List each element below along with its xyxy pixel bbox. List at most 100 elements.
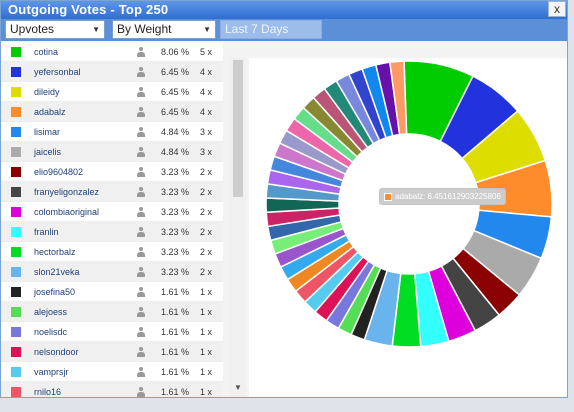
scrollbar-thumb[interactable] bbox=[233, 60, 243, 197]
close-button[interactable]: x bbox=[548, 1, 566, 17]
voter-name[interactable]: slon21veka bbox=[34, 262, 80, 282]
vote-type-select[interactable]: Upvotes ▼ bbox=[5, 20, 105, 39]
voter-name[interactable]: franlin bbox=[34, 222, 59, 242]
vote-percent: 6.45 % bbox=[161, 67, 190, 77]
list-item[interactable]: rnilo16 1.61 % 1 x bbox=[1, 382, 223, 397]
list-item[interactable]: elio9604802 3.23 % 2 x bbox=[1, 162, 223, 182]
user-icon[interactable] bbox=[136, 227, 146, 237]
vote-count: 4 x bbox=[200, 67, 213, 77]
voters-list: cotina 8.06 % 5 x yefersonbal 6.45 % 4 x dilei… bbox=[1, 42, 223, 397]
vote-percent: 1.61 % bbox=[161, 347, 190, 357]
voter-name[interactable]: alejoess bbox=[34, 302, 67, 322]
voter-name[interactable]: jaicelis bbox=[34, 142, 61, 162]
list-item[interactable]: lisimar 4.84 % 3 x bbox=[1, 122, 223, 142]
vote-percent: 1.61 % bbox=[161, 367, 190, 377]
voter-name[interactable]: cotina bbox=[34, 42, 58, 62]
color-swatch bbox=[11, 287, 21, 297]
scroll-down-arrow-icon[interactable]: ▼ bbox=[230, 381, 246, 395]
vote-percent: 3.23 % bbox=[161, 167, 190, 177]
list-item[interactable]: alejoess 1.61 % 1 x bbox=[1, 302, 223, 322]
voter-name[interactable]: elio9604802 bbox=[34, 162, 83, 182]
outgoing-votes-window: Outgoing Votes - Top 250 x Upvotes ▼ By … bbox=[0, 0, 568, 398]
donut-svg bbox=[265, 60, 553, 348]
color-swatch bbox=[11, 107, 21, 117]
tooltip-swatch bbox=[384, 193, 392, 201]
user-icon[interactable] bbox=[136, 387, 146, 397]
list-item[interactable]: yefersonbal 6.45 % 4 x bbox=[1, 62, 223, 82]
vote-count: 1 x bbox=[200, 387, 213, 397]
list-scrollbar[interactable]: ▲ ▼ bbox=[230, 58, 246, 397]
list-item[interactable]: franyeligonzalez 3.23 % 2 x bbox=[1, 182, 223, 202]
color-swatch bbox=[11, 227, 21, 237]
list-item[interactable]: hectorbalz 3.23 % 2 x bbox=[1, 242, 223, 262]
color-swatch bbox=[11, 367, 21, 377]
voter-name[interactable]: lisimar bbox=[34, 122, 60, 142]
vote-type-value: Upvotes bbox=[10, 22, 55, 36]
list-item[interactable]: dileidy 6.45 % 4 x bbox=[1, 82, 223, 102]
votes-donut-chart: adabalz: 6.451612903225806 bbox=[249, 58, 567, 397]
vote-percent: 8.06 % bbox=[161, 47, 190, 57]
voter-name[interactable]: nelsondoor bbox=[34, 342, 79, 362]
list-item[interactable]: vamprsjr 1.61 % 1 x bbox=[1, 362, 223, 382]
user-icon[interactable] bbox=[136, 207, 146, 217]
voter-name[interactable]: rnilo16 bbox=[34, 382, 61, 397]
voter-name[interactable]: josefina50 bbox=[34, 282, 75, 302]
user-icon[interactable] bbox=[136, 107, 146, 117]
vote-percent: 3.23 % bbox=[161, 247, 190, 257]
color-swatch bbox=[11, 147, 21, 157]
voter-name[interactable]: yefersonbal bbox=[34, 62, 81, 82]
list-item[interactable]: franlin 3.23 % 2 x bbox=[1, 222, 223, 242]
user-icon[interactable] bbox=[136, 187, 146, 197]
voter-name[interactable]: dileidy bbox=[34, 82, 60, 102]
user-icon[interactable] bbox=[136, 307, 146, 317]
list-item[interactable]: nelsondoor 1.61 % 1 x bbox=[1, 342, 223, 362]
vote-count: 1 x bbox=[200, 287, 213, 297]
user-icon[interactable] bbox=[136, 327, 146, 337]
list-item[interactable]: josefina50 1.61 % 1 x bbox=[1, 282, 223, 302]
color-swatch bbox=[11, 207, 21, 217]
list-item[interactable]: colombiaoriginal 3.23 % 2 x bbox=[1, 202, 223, 222]
sort-by-value: By Weight bbox=[117, 22, 172, 36]
list-item[interactable]: adabalz 6.45 % 4 x bbox=[1, 102, 223, 122]
vote-count: 4 x bbox=[200, 107, 213, 117]
user-icon[interactable] bbox=[136, 127, 146, 137]
user-icon[interactable] bbox=[136, 87, 146, 97]
voter-name[interactable]: noelisdc bbox=[34, 322, 67, 342]
list-item[interactable]: slon21veka 3.23 % 2 x bbox=[1, 262, 223, 282]
vote-count: 2 x bbox=[200, 207, 213, 217]
sort-by-select[interactable]: By Weight ▼ bbox=[112, 20, 216, 39]
user-icon[interactable] bbox=[136, 47, 146, 57]
vote-count: 2 x bbox=[200, 167, 213, 177]
vote-count: 3 x bbox=[200, 147, 213, 157]
list-item[interactable]: jaicelis 4.84 % 3 x bbox=[1, 142, 223, 162]
window-title: Outgoing Votes - Top 250 bbox=[8, 2, 169, 17]
user-icon[interactable] bbox=[136, 367, 146, 377]
vote-percent: 6.45 % bbox=[161, 87, 190, 97]
vote-count: 3 x bbox=[200, 127, 213, 137]
user-icon[interactable] bbox=[136, 347, 146, 357]
color-swatch bbox=[11, 127, 21, 137]
user-icon[interactable] bbox=[136, 267, 146, 277]
vote-count: 2 x bbox=[200, 267, 213, 277]
color-swatch bbox=[11, 167, 21, 177]
list-item[interactable]: noelisdc 1.61 % 1 x bbox=[1, 322, 223, 342]
voter-name[interactable]: vamprsjr bbox=[34, 362, 69, 382]
user-icon[interactable] bbox=[136, 287, 146, 297]
vote-percent: 1.61 % bbox=[161, 307, 190, 317]
color-swatch bbox=[11, 307, 21, 317]
user-icon[interactable] bbox=[136, 147, 146, 157]
user-icon[interactable] bbox=[136, 167, 146, 177]
voter-name[interactable]: colombiaoriginal bbox=[34, 202, 99, 222]
voter-name[interactable]: franyeligonzalez bbox=[34, 182, 99, 202]
period-select[interactable]: Last 7 Days bbox=[220, 20, 322, 39]
chart-tooltip: adabalz: 6.451612903225806 bbox=[379, 188, 506, 205]
list-item[interactable]: cotina 8.06 % 5 x bbox=[1, 42, 223, 62]
color-swatch bbox=[11, 327, 21, 337]
user-icon[interactable] bbox=[136, 67, 146, 77]
user-icon[interactable] bbox=[136, 247, 146, 257]
voter-name[interactable]: hectorbalz bbox=[34, 242, 76, 262]
vote-percent: 4.84 % bbox=[161, 147, 190, 157]
voter-name[interactable]: adabalz bbox=[34, 102, 66, 122]
vote-percent: 3.23 % bbox=[161, 267, 190, 277]
vote-percent: 3.23 % bbox=[161, 187, 190, 197]
